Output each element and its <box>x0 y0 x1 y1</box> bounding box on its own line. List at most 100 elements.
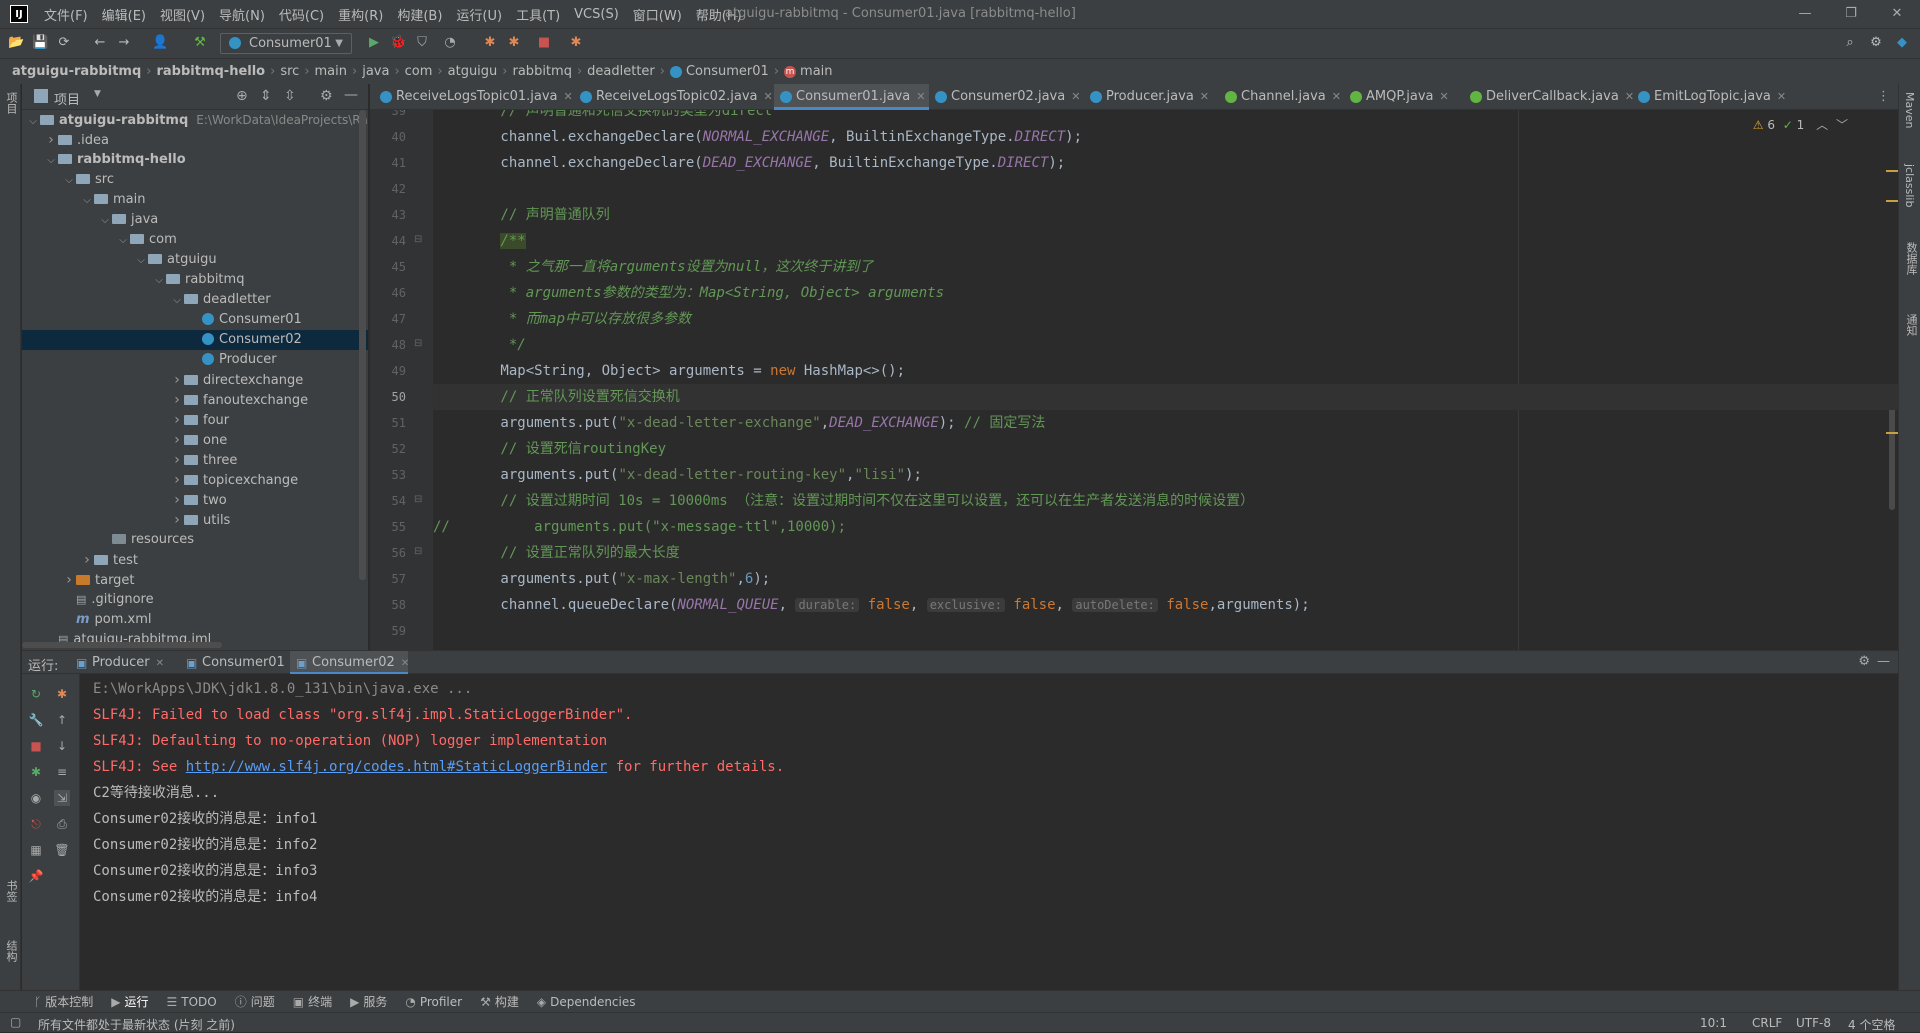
editor-tab-consumer02[interactable]: Consumer02.java ✕ <box>929 84 1084 110</box>
notifications-tool-tab[interactable]: 通知 <box>1903 314 1919 336</box>
chevron-right-icon[interactable]: › <box>170 390 184 410</box>
editor-tab-receivelogstopic02[interactable]: ReceiveLogsTopic02.java ✕ <box>574 84 774 110</box>
bottom-tool-run[interactable]: ▶ 运行 <box>111 993 148 1010</box>
close-icon[interactable]: ✕ <box>1071 90 1080 103</box>
chevron-right-icon[interactable]: › <box>80 550 94 570</box>
bottom-tool-services[interactable]: ▶ 服务 <box>350 993 387 1010</box>
run-config-select[interactable]: Consumer01 ▼ <box>220 33 352 54</box>
search-icon[interactable]: ⌕ <box>1842 35 1858 51</box>
tree-item-producer[interactable]: Producer <box>22 350 368 370</box>
breadcrumb-item[interactable]: rabbitmq <box>513 64 572 79</box>
fold-marker-icon[interactable]: ⊟ <box>414 494 422 505</box>
close-icon[interactable]: ✕ <box>764 90 773 103</box>
back-icon[interactable]: ← <box>92 35 108 51</box>
inspection-widget[interactable]: ⚠ 6 ✓ 1 ︿ ﹀ <box>1753 116 1848 133</box>
breadcrumb-item[interactable]: src <box>280 64 299 79</box>
stop-icon[interactable]: ■ <box>28 738 44 754</box>
menu-item[interactable]: 工具(T) <box>516 5 560 24</box>
bottom-tool-dependencies[interactable]: ◈ Dependencies <box>537 995 636 1009</box>
maven-tool-tab[interactable]: Maven <box>1903 92 1916 128</box>
tree-item-three[interactable]: › three <box>22 450 368 470</box>
breadcrumb-item[interactable]: main <box>315 64 347 79</box>
restart-icon[interactable]: ✱ <box>506 35 522 51</box>
hide-icon[interactable]: — <box>1877 654 1890 669</box>
pin-icon[interactable]: 📌 <box>28 868 44 884</box>
debug-icon[interactable]: 🐞 <box>390 35 406 51</box>
tree-item-consumer01[interactable]: Consumer01 <box>22 310 368 330</box>
breadcrumb-item[interactable]: atguigu-rabbitmq <box>12 64 141 79</box>
chevron-right-icon[interactable]: › <box>170 470 184 490</box>
tree-scrollbar-thumb[interactable] <box>359 110 366 580</box>
expand-all-icon[interactable]: ⇕ <box>260 88 272 104</box>
tree-horizontal-scrollbar-thumb[interactable] <box>22 642 222 648</box>
status-icon[interactable]: ▢ <box>10 1015 21 1029</box>
chevron-right-icon[interactable]: › <box>170 410 184 430</box>
bookmarks-tool-tab[interactable]: 书签 <box>3 880 19 902</box>
console-link[interactable]: http://www.slf4j.org/codes.html#StaticLo… <box>186 759 607 775</box>
close-icon[interactable]: ✕ <box>401 658 409 669</box>
tree-item-gitignore[interactable]: ▤ .gitignore <box>22 590 368 610</box>
breadcrumb-item[interactable]: Consumer01 <box>686 64 769 79</box>
rerun-failed-icon[interactable]: ✱ <box>54 686 70 702</box>
editor-scrollbar[interactable] <box>1886 110 1898 650</box>
tree-item-directexchange[interactable]: › directexchange <box>22 370 368 390</box>
tree-item-java[interactable]: ⌵ java <box>22 210 368 230</box>
tree-item-one[interactable]: › one <box>22 430 368 450</box>
editor-tab-producer[interactable]: Producer.java ✕ <box>1084 84 1219 110</box>
chevron-down-icon[interactable]: ⌵ <box>134 251 148 271</box>
next-highlight-icon[interactable]: ﹀ <box>1836 118 1848 132</box>
project-tool-tab[interactable]: 项目 <box>3 92 19 114</box>
breadcrumb-item[interactable]: rabbitmq-hello <box>156 64 265 79</box>
editor-tab-receivelogstopic01[interactable]: ReceiveLogsTopic01.java ✕ <box>374 84 574 110</box>
status-message[interactable]: 所有文件都处于最新状态 (片刻 之前) <box>38 1016 235 1033</box>
caret-position[interactable]: 10:1 <box>1700 1016 1727 1030</box>
open-folder-icon[interactable]: 📂 <box>8 35 24 51</box>
breadcrumb-item[interactable]: deadletter <box>587 64 655 79</box>
tree-item-topicexchange[interactable]: › topicexchange <box>22 470 368 490</box>
restore-icon[interactable]: ❐ <box>1828 0 1874 28</box>
breadcrumb-item[interactable]: com <box>405 64 433 79</box>
layout-icon[interactable]: ▦ <box>28 842 44 858</box>
menu-item[interactable]: 视图(V) <box>160 5 205 24</box>
close-icon[interactable]: ✕ <box>564 90 573 103</box>
tree-item-idea[interactable]: › .idea <box>22 130 368 150</box>
close-icon[interactable]: ✕ <box>156 658 164 669</box>
wrench-icon[interactable]: 🔧 <box>28 712 44 728</box>
tree-item-com[interactable]: ⌵ com <box>22 230 368 250</box>
more-tabs-icon[interactable]: ⋮ <box>1877 89 1890 104</box>
editor-tab-consumer01[interactable]: Consumer01.java ✕ <box>774 84 929 110</box>
menu-item[interactable]: 重构(R) <box>338 5 383 24</box>
chevron-down-icon[interactable]: ⌵ <box>152 271 166 291</box>
scroll-to-end-icon[interactable]: ⇲ <box>54 790 70 806</box>
tree-item-resources[interactable]: resources <box>22 530 368 550</box>
menu-item[interactable]: 构建(B) <box>397 5 442 24</box>
hide-icon[interactable]: — <box>344 87 358 103</box>
chevron-right-icon[interactable]: › <box>170 450 184 470</box>
line-separator[interactable]: CRLF <box>1752 1016 1782 1030</box>
tree-item-pom-xml[interactable]: m pom.xml <box>22 610 368 630</box>
run-tab-consumer02[interactable]: ▣ Consumer02 ✕ <box>290 651 409 675</box>
file-encoding[interactable]: UTF-8 <box>1796 1016 1831 1030</box>
chevron-down-icon[interactable]: ⌵ <box>44 151 58 171</box>
warning-marker[interactable] <box>1886 200 1898 202</box>
menu-item[interactable]: 导航(N) <box>219 5 265 24</box>
run-console[interactable]: E:\WorkApps\JDK\jdk1.8.0_131\bin\java.ex… <box>80 674 1898 990</box>
menu-item[interactable]: 运行(U) <box>456 5 502 24</box>
exit-icon[interactable]: ⎋ <box>28 816 44 832</box>
tree-item-four[interactable]: › four <box>22 410 368 430</box>
attach-debugger-icon[interactable]: ✱ <box>568 35 584 51</box>
up-arrow-icon[interactable]: ↑ <box>54 712 70 728</box>
chevron-right-icon[interactable]: › <box>170 510 184 530</box>
menu-item[interactable]: 窗口(W) <box>633 5 682 24</box>
bottom-tool-profiler[interactable]: ◔ Profiler <box>405 995 462 1009</box>
fold-marker-icon[interactable]: ⊟ <box>414 338 422 349</box>
forward-icon[interactable]: → <box>116 35 132 51</box>
stop-icon[interactable]: ■ <box>536 35 552 51</box>
menu-item[interactable]: 文件(F) <box>44 5 88 24</box>
tree-item-deadletter[interactable]: ⌵ deadletter <box>22 290 368 310</box>
bottom-tool-terminal[interactable]: ▣ 终端 <box>293 993 332 1010</box>
collapse-all-icon[interactable]: ⇳ <box>284 88 296 104</box>
chevron-down-icon[interactable]: ⌵ <box>170 291 184 311</box>
tree-item-main[interactable]: ⌵ main <box>22 190 368 210</box>
gear-icon[interactable]: ⚙ <box>320 88 333 104</box>
